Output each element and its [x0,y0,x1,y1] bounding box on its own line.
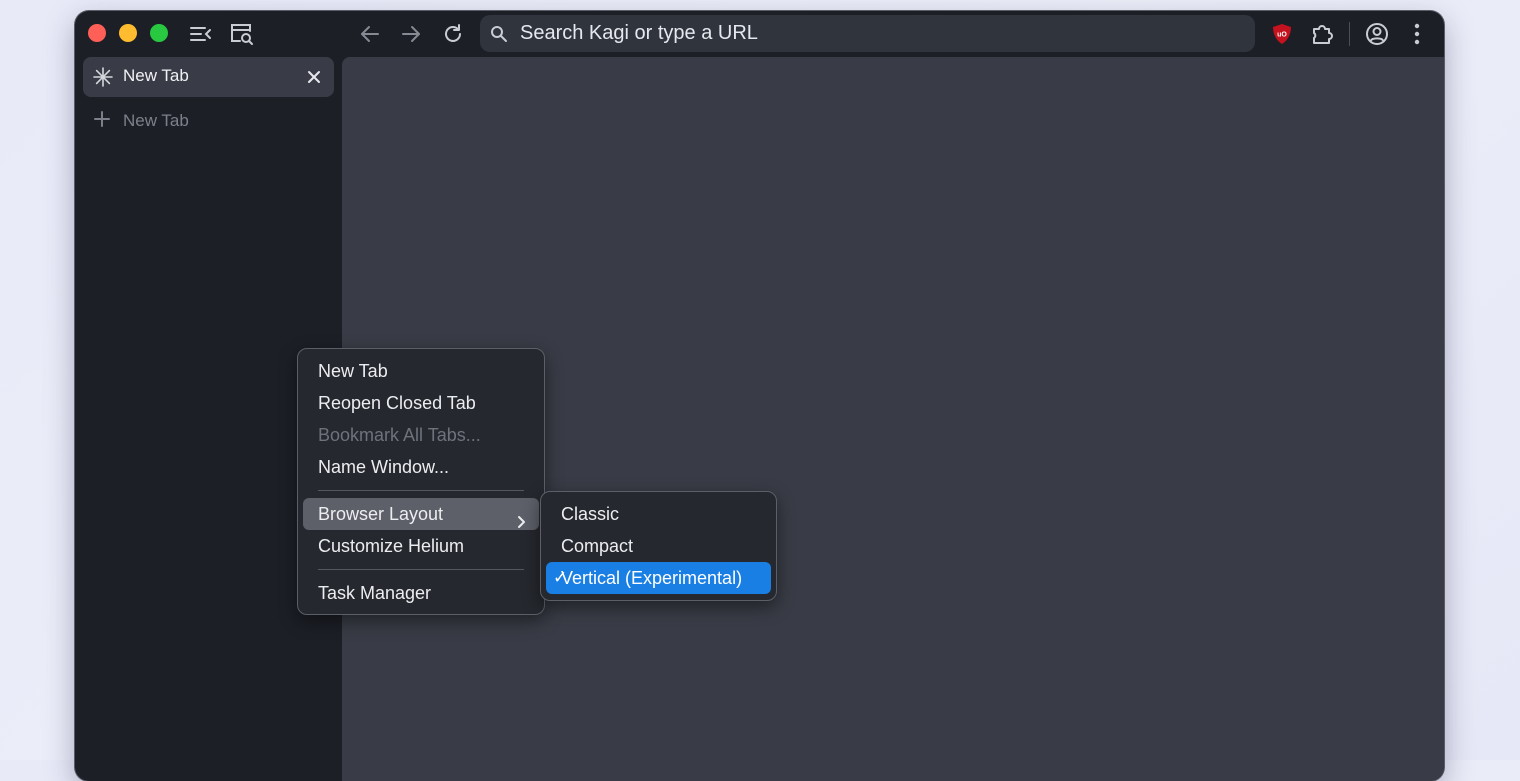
menu-item-new-tab[interactable]: New Tab [303,355,539,387]
more-vert-icon[interactable] [1403,20,1431,48]
menu-item-task-manager[interactable]: Task Manager [303,577,539,609]
menu-item-label: Classic [561,504,620,524]
extensions-puzzle-icon[interactable] [1309,20,1337,48]
browser-layout-submenu: Classic Compact ✓ Vertical (Experimental… [540,491,777,601]
menu-item-label: Compact [561,536,634,556]
menu-item-label: Reopen Closed Tab [318,393,476,413]
menu-item-label: Bookmark All Tabs... [318,425,481,445]
menu-item-label: Browser Layout [318,504,444,524]
maximize-window-button[interactable] [150,24,168,42]
tab-search-icon[interactable] [228,20,256,48]
url-input[interactable] [520,15,1220,52]
layout-option-vertical[interactable]: ✓ Vertical (Experimental) [546,562,771,594]
menu-item-customize-helium[interactable]: Customize Helium [303,530,539,562]
reload-icon[interactable] [439,20,467,48]
back-arrow-icon[interactable] [356,20,384,48]
menu-item-label: Customize Helium [318,536,465,556]
toolbar-divider [1349,22,1350,46]
menu-item-label: Vertical (Experimental) [561,568,743,588]
menu-item-bookmark-all-tabs: Bookmark All Tabs... [303,419,539,451]
toolbar: uO [75,11,1444,57]
profile-icon[interactable] [1363,20,1391,48]
helium-asterisk-icon [92,66,114,93]
sidebar-toggle-icon[interactable] [187,20,215,48]
menu-item-label: New Tab [318,361,388,381]
menu-separator [318,490,524,491]
browser-window: uO [75,11,1444,781]
menu-item-browser-layout[interactable]: Browser Layout [303,498,539,530]
plus-icon [93,110,111,133]
layout-option-classic[interactable]: Classic [546,498,771,530]
checkmark-icon: ✓ [553,568,568,587]
ublock-origin-icon[interactable]: uO [1268,20,1296,48]
menu-item-label: Name Window... [318,457,450,477]
close-icon[interactable] [305,68,323,91]
close-window-button[interactable] [88,24,106,42]
menu-item-label: Task Manager [318,583,432,603]
svg-text:uO: uO [1277,32,1287,39]
menu-item-reopen-closed-tab[interactable]: Reopen Closed Tab [303,387,539,419]
new-tab-label: New Tab [123,111,189,130]
search-icon [490,25,508,48]
tab-new-tab[interactable]: New Tab [83,57,334,97]
menu-separator [318,569,524,570]
menu-item-name-window[interactable]: Name Window... [303,451,539,483]
address-bar[interactable] [480,15,1255,52]
minimize-window-button[interactable] [119,24,137,42]
forward-arrow-icon[interactable] [397,20,425,48]
tab-strip-context-menu: New Tab Reopen Closed Tab Bookmark All T… [297,348,545,615]
tab-title: New Tab [123,66,189,85]
layout-option-compact[interactable]: Compact [546,530,771,562]
new-tab-button[interactable]: New Tab [93,109,189,133]
